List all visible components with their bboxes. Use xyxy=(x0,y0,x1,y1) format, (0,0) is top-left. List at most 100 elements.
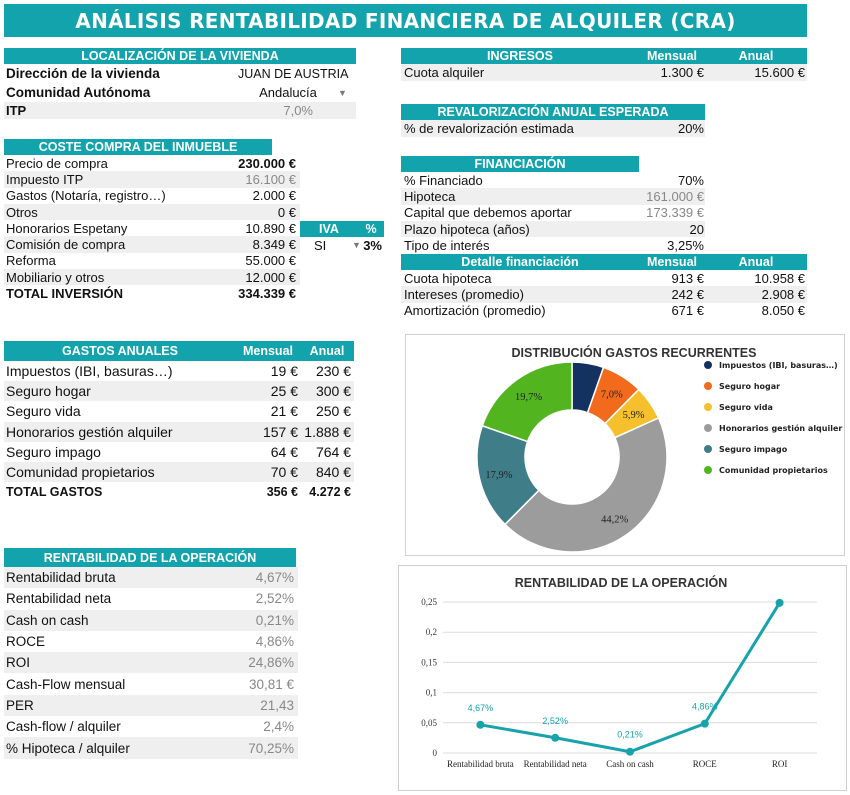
row-mensual: 157 € xyxy=(262,423,298,440)
row-value[interactable]: 2.000 € xyxy=(226,188,296,203)
row-anual[interactable]: 250 € xyxy=(298,403,351,419)
table-row[interactable]: Impuestos (IBI, basuras…) 19 €230 € xyxy=(4,361,354,381)
y-tick-label: 0,1 xyxy=(426,688,437,698)
row-mensual: 356 € xyxy=(266,485,298,500)
cuota-alquiler-anual: 15.600 € xyxy=(754,65,805,80)
col-mensual: Mensual xyxy=(236,341,300,361)
row-label: % Hipoteca / alquiler xyxy=(6,740,130,756)
row-anual[interactable]: 1.888 € xyxy=(298,424,351,440)
table-row: % Hipoteca / alquiler 70,25% xyxy=(4,737,298,759)
row-value[interactable]: 3,25% xyxy=(642,238,704,253)
legend-marker xyxy=(704,445,712,453)
gastos-table: GASTOS ANUALES Mensual Anual Impuestos (… xyxy=(4,341,354,502)
row-value: 21,43 xyxy=(260,697,294,713)
y-tick-label: 0,25 xyxy=(421,597,437,607)
line-chart-panel: RENTABILIDAD DE LA OPERACIÓN 0 0,05 0,1 0,1… xyxy=(398,565,847,791)
localizacion-header: LOCALIZACIÓN DE LA VIVIENDA xyxy=(4,48,356,64)
gastos-header: GASTOS ANUALES xyxy=(4,341,236,361)
table-row[interactable]: Comunidad propietarios 70 €840 € xyxy=(4,461,354,483)
row-anual[interactable]: 300 € xyxy=(298,383,351,399)
row-value[interactable]: 10.890 € xyxy=(226,221,296,236)
table-row[interactable]: Seguro impago 64 €764 € xyxy=(4,442,354,462)
data-label: 4,67% xyxy=(468,703,494,713)
row-anual[interactable]: 764 € xyxy=(298,444,351,460)
row-value: 24,86% xyxy=(248,655,294,671)
table-row[interactable]: Capital que debemos aportar 173.339 € xyxy=(401,205,705,221)
data-label: 2,52% xyxy=(542,716,568,726)
row-value[interactable]: 70% xyxy=(642,173,704,188)
address-value[interactable]: JUAN DE AUSTRIA xyxy=(238,67,356,81)
rentabilidad-table: RENTABILIDAD DE LA OPERACIÓN Rentabilida… xyxy=(4,548,298,759)
table-row[interactable]: TOTAL GASTOS 356 € 4.272 € xyxy=(4,482,354,502)
coste-table: COSTE COMPRA DEL INMUEBLE Precio de comp… xyxy=(4,139,384,302)
revalorizacion-header: REVALORIZACIÓN ANUAL ESPERADA xyxy=(401,104,705,120)
row-value[interactable]: 230.000 € xyxy=(226,156,296,171)
y-tick-label: 0,15 xyxy=(421,657,437,667)
pct-value[interactable]: 3% xyxy=(360,238,382,253)
iva-select[interactable]: SI xyxy=(300,238,352,253)
table-row[interactable]: Otros 0 € xyxy=(4,203,300,221)
row-anual: 4.272 € xyxy=(309,485,351,500)
table-row: Cuota hipoteca 913 € 10.958 € xyxy=(401,270,807,286)
row-anual[interactable]: 840 € xyxy=(298,464,351,480)
table-row[interactable]: Cuota alquiler 1.300 € 15.600 € xyxy=(401,64,807,81)
row-anual[interactable]: 230 € xyxy=(298,363,351,379)
row-label: Reforma xyxy=(6,253,56,269)
row-label: Comunidad Autónoma xyxy=(6,85,151,100)
x-tick-label: Rentabilidad bruta xyxy=(447,759,514,769)
cuota-alquiler-mensual[interactable]: 1.300 € xyxy=(642,65,704,80)
comunidad-select[interactable]: Andalucía xyxy=(238,85,338,100)
ingresos-table: INGRESOS Mensual Anual Cuota alquiler 1.… xyxy=(401,48,807,81)
row-label: Honorarios Espetany xyxy=(6,220,128,236)
table-row[interactable]: Impuesto ITP 16.100 € xyxy=(4,171,300,188)
row-value[interactable]: 8.349 € xyxy=(226,237,296,252)
row-label: Cuota hipoteca xyxy=(404,270,492,286)
table-row[interactable]: Seguro vida 21 €250 € xyxy=(4,401,354,421)
row-label: Mobiliario y otros xyxy=(6,269,105,285)
table-row[interactable]: % Financiado 70% xyxy=(401,172,705,188)
row-value[interactable]: 55.000 € xyxy=(226,253,296,268)
table-row[interactable]: TOTAL INVERSIÓN 334.339 € xyxy=(4,285,300,301)
table-row[interactable]: Precio de compra 230.000 € xyxy=(4,155,300,171)
row-value: 173.339 € xyxy=(646,205,704,221)
row-label: ROI xyxy=(6,655,31,671)
table-row[interactable]: Seguro hogar 25 €300 € xyxy=(4,381,354,402)
row-label: Seguro vida xyxy=(6,403,81,420)
row-label: ROCE xyxy=(6,634,46,650)
legend-marker xyxy=(704,403,712,411)
x-tick-label: ROI xyxy=(772,759,788,769)
row-mensual: 671 € xyxy=(671,303,704,319)
legend-entry: Seguro vida xyxy=(719,403,773,412)
row-anual: 2.908 € xyxy=(761,286,805,302)
row-label: Comunidad propietarios xyxy=(6,464,155,481)
table-row[interactable]: Dirección de la vivienda JUAN DE AUSTRIA xyxy=(4,64,356,83)
table-row[interactable]: % de revalorización estimada 20% xyxy=(401,120,705,137)
dropdown-arrow-icon[interactable]: ▼ xyxy=(338,88,356,98)
row-label: % Financiado xyxy=(404,172,483,188)
revalorizacion-value[interactable]: 20% xyxy=(642,121,704,136)
table-row[interactable]: Honorarios gestión alquiler 157 €1.888 € xyxy=(4,421,354,442)
table-row[interactable]: Honorarios Espetany 10.890 € xyxy=(4,220,300,236)
row-label: Impuestos (IBI, basuras…) xyxy=(6,363,173,380)
table-row: Rentabilidad bruta 4,67% xyxy=(4,567,298,589)
table-row[interactable]: Plazo hipoteca (años) 20 xyxy=(401,220,705,238)
row-label: TOTAL INVERSIÓN xyxy=(6,286,124,302)
row-value: 30,81 € xyxy=(248,676,294,692)
table-row[interactable]: Gastos (Notaría, registro…) 2.000 € xyxy=(4,188,300,204)
row-value[interactable]: 12.000 € xyxy=(226,270,296,285)
pct-header: % xyxy=(358,221,384,237)
table-row[interactable]: Comunidad Autónoma Andalucía ▼ xyxy=(4,83,356,102)
localizacion-table: LOCALIZACIÓN DE LA VIVIENDA Dirección de… xyxy=(4,48,356,119)
dropdown-arrow-icon[interactable]: ▼ xyxy=(352,240,360,250)
row-label: Honorarios gestión alquiler xyxy=(6,423,173,440)
line-chart: RENTABILIDAD DE LA OPERACIÓN 0 0,05 0,1 0,1… xyxy=(421,575,817,769)
row-value[interactable]: 0 € xyxy=(226,205,296,220)
table-row[interactable]: Reforma 55.000 € xyxy=(4,253,300,269)
table-row[interactable]: Mobiliario y otros 12.000 € xyxy=(4,269,300,286)
row-value: 70,25% xyxy=(248,740,294,756)
row-value[interactable]: 20 xyxy=(642,222,704,237)
table-row[interactable]: Comisión de compra 8.349 € xyxy=(4,236,300,253)
table-row[interactable]: Hipoteca 161.000 € xyxy=(401,188,705,205)
data-point xyxy=(476,720,485,729)
table-row[interactable]: Tipo de interés 3,25% xyxy=(401,237,705,253)
